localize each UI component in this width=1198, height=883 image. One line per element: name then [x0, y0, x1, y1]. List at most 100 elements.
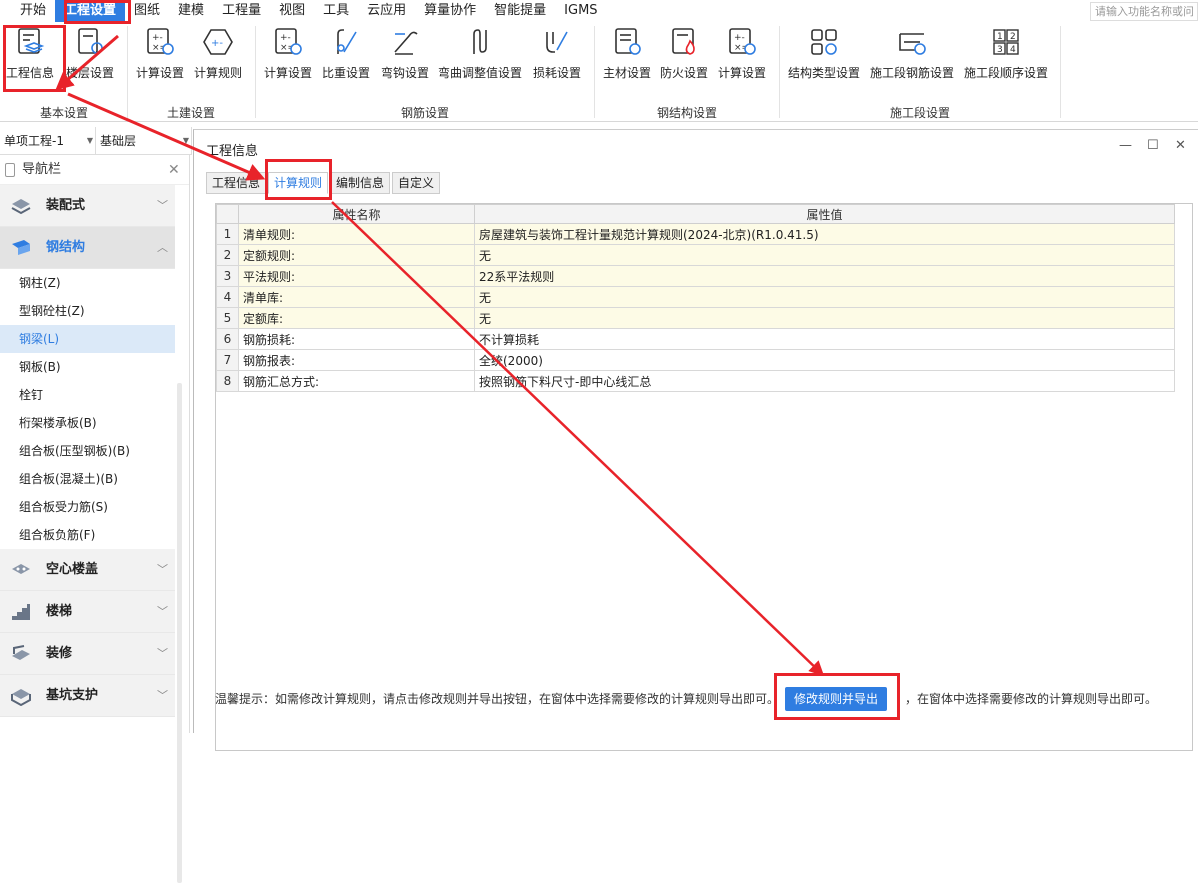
chevron-down-icon: ﹀: [157, 647, 168, 660]
property-value[interactable]: 无: [474, 244, 1175, 266]
nav-category-label: 装修: [46, 646, 73, 661]
nav-item-steel-plate[interactable]: 钢板(B): [0, 353, 175, 381]
nav-category-decoration[interactable]: 装修 ﹀: [0, 633, 175, 675]
menu-smart[interactable]: 智能提量: [485, 0, 555, 22]
property-value[interactable]: 无: [474, 286, 1175, 308]
menu-view[interactable]: 视图: [270, 0, 314, 22]
nav-category-label: 钢结构: [46, 240, 86, 255]
nav-category-label: 基坑支护: [46, 688, 99, 703]
close-icon[interactable]: ✕: [168, 155, 180, 185]
nav-item-stud[interactable]: 栓钉: [0, 381, 175, 409]
density-settings-label: 比重设置: [322, 66, 371, 80]
ribbon-separator: [594, 26, 595, 118]
svg-text:1: 1: [997, 32, 1003, 42]
chevron-down-icon: ﹀: [157, 605, 168, 618]
svg-text:+-: +-: [280, 33, 291, 43]
nav-category-hollow-slab[interactable]: 空心楼盖 ﹀: [0, 549, 175, 591]
property-name: 定额库:: [238, 307, 475, 329]
nav-item-composite-main-rebar[interactable]: 组合板受力筋(S): [0, 493, 175, 521]
segment-order-settings-button[interactable]: 1234 施工段顺序设置: [964, 26, 1048, 81]
nav-category-label: 装配式: [46, 198, 86, 213]
menu-collab[interactable]: 算量协作: [415, 0, 485, 22]
property-value[interactable]: 全统(2000): [474, 349, 1175, 371]
nav-category-stairs[interactable]: 楼梯 ﹀: [0, 591, 175, 633]
tab-project-info[interactable]: 工程信息: [206, 172, 267, 194]
menu-cloud[interactable]: 云应用: [358, 0, 415, 22]
row-number-header: [216, 204, 239, 224]
table-row[interactable]: 2 定额规则: 无: [216, 244, 1175, 266]
menu-drawing[interactable]: 图纸: [125, 0, 169, 22]
property-value[interactable]: 不计算损耗: [474, 328, 1175, 350]
structure-type-settings-button[interactable]: 结构类型设置: [788, 26, 860, 81]
nav-header: 导航栏 ✕: [0, 155, 189, 185]
steel-calc-settings-button[interactable]: +- ×= 计算设置: [718, 26, 766, 81]
loss-settings-button[interactable]: 损耗设置: [533, 26, 581, 81]
nav-category-steel[interactable]: 钢结构 ︿: [0, 227, 175, 269]
bend-adjust-settings-button[interactable]: 弯曲调整值设置: [438, 26, 522, 81]
nav-category-prefab[interactable]: 装配式 ﹀: [0, 185, 175, 227]
table-row[interactable]: 4 清单库: 无: [216, 286, 1175, 308]
property-table-area: 属性名称 属性值 1 清单规则: 房屋建筑与装饰工程计量规范计算规则(2024-北京…: [215, 203, 1193, 751]
table-row[interactable]: 1 清单规则: 房屋建筑与装饰工程计量规范计算规则(2024-北京)(R1.0.41…: [216, 223, 1175, 245]
menu-igms[interactable]: IGMS: [555, 0, 606, 22]
nav-category-foundation-pit[interactable]: 基坑支护 ﹀: [0, 675, 175, 717]
main-material-settings-button[interactable]: 主材设置: [603, 26, 651, 81]
maximize-icon[interactable]: ☐: [1147, 138, 1159, 153]
structure-grid-icon: [811, 29, 837, 55]
menu-quantity[interactable]: 工程量: [213, 0, 270, 22]
menu-modeling[interactable]: 建模: [169, 0, 213, 22]
property-value[interactable]: 房屋建筑与装饰工程计量规范计算规则(2024-北京)(R1.0.41.5): [474, 223, 1175, 245]
hook-settings-label: 弯钩设置: [381, 66, 430, 80]
pin-icon[interactable]: [5, 163, 15, 177]
nav-item-steel-beam[interactable]: 钢梁(L): [0, 325, 175, 353]
floor-select[interactable]: 基础层 ▼: [96, 127, 192, 155]
stairs-icon: [12, 604, 30, 620]
nav-item-composite-neg-rebar[interactable]: 组合板负筋(F): [0, 521, 175, 549]
table-row[interactable]: 8 钢筋汇总方式: 按照钢筋下料尺寸-即中心线汇总: [216, 370, 1175, 392]
nav-item-src-column[interactable]: 型钢砼柱(Z): [0, 297, 175, 325]
navigation-panel: 导航栏 ✕ 装配式 ﹀ 钢结构 ︿ 钢柱(Z) 型钢砼柱(Z) 钢梁(L) 钢板(B…: [0, 155, 190, 883]
nav-item-composite-concrete[interactable]: 组合板(混凝土)(B): [0, 465, 175, 493]
floor-settings-button[interactable]: 楼层设置: [66, 26, 114, 81]
calculator-settings-icon: +-×=: [275, 28, 302, 55]
table-row[interactable]: 5 定额库: 无: [216, 307, 1175, 329]
fireproof-settings-button[interactable]: 防火设置: [660, 26, 708, 81]
density-settings-button[interactable]: 比重设置: [322, 26, 370, 81]
nav-item-truss-deck[interactable]: 桁架楼承板(B): [0, 409, 175, 437]
nav-item-steel-column[interactable]: 钢柱(Z): [0, 269, 175, 297]
property-name: 清单库:: [238, 286, 475, 308]
chevron-up-icon: ︿: [157, 241, 168, 254]
project-select[interactable]: 单项工程-1 ▼: [0, 127, 96, 155]
property-name: 钢筋汇总方式:: [238, 370, 475, 392]
hint-tail-text: ，在窗体中选择需要修改的计算规则导出即可。: [905, 692, 1158, 706]
calculator-settings-icon: +-×=: [147, 28, 174, 55]
tab-custom[interactable]: 自定义: [392, 172, 441, 194]
menu-start[interactable]: 开始: [0, 0, 55, 22]
loss-settings-label: 损耗设置: [533, 66, 582, 80]
nav-item-composite-deck[interactable]: 组合板(压型钢板)(B): [0, 437, 175, 465]
structure-type-settings-label: 结构类型设置: [788, 66, 861, 80]
table-row[interactable]: 3 平法规则: 22系平法规则: [216, 265, 1175, 287]
row-number: 6: [216, 328, 239, 350]
hook-settings-button[interactable]: 弯钩设置: [381, 26, 429, 81]
function-search-input[interactable]: 请输入功能名称或问: [1090, 2, 1198, 21]
hint-text: 温馨提示：如需修改计算规则，请点击修改规则并导出按钮，在窗体中选择需要修改的计算…: [215, 692, 780, 706]
table-row[interactable]: 7 钢筋报表: 全统(2000): [216, 349, 1175, 371]
table-row[interactable]: 6 钢筋损耗: 不计算损耗: [216, 328, 1175, 350]
chevron-down-icon: ﹀: [157, 563, 168, 576]
property-value[interactable]: 按照钢筋下料尺寸-即中心线汇总: [474, 370, 1175, 392]
property-value[interactable]: 22系平法规则: [474, 265, 1175, 287]
menu-tools[interactable]: 工具: [314, 0, 358, 22]
minimize-icon[interactable]: —: [1119, 138, 1132, 153]
close-icon[interactable]: ✕: [1175, 138, 1186, 153]
rebar-calc-settings-button[interactable]: +- ×= 计算设置: [264, 26, 312, 81]
civil-calc-settings-button[interactable]: +- ×= 计算设置: [136, 26, 184, 81]
nav-scrollbar[interactable]: [177, 383, 182, 883]
property-value[interactable]: 无: [474, 307, 1175, 329]
dropdown-arrow-icon: ▼: [86, 136, 93, 145]
civil-calc-rules-button[interactable]: +- 计算规则: [194, 26, 242, 81]
row-number: 3: [216, 265, 239, 287]
tab-compile-info[interactable]: 编制信息: [330, 172, 391, 194]
material-icon: [615, 28, 641, 55]
segment-rebar-settings-button[interactable]: 施工段钢筋设置: [870, 26, 954, 81]
